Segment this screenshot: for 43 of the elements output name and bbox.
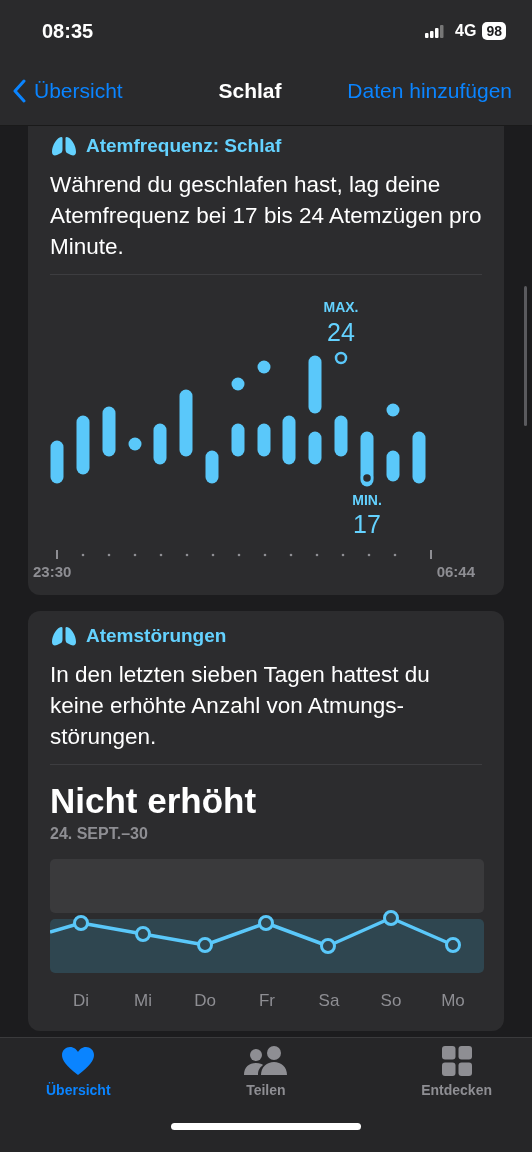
back-button[interactable]: Übersicht [12, 78, 123, 103]
chevron-left-icon [12, 78, 26, 103]
max-value: 24 [327, 318, 355, 346]
day-label: Fr [257, 991, 276, 1011]
card-title: Atemstörungen [86, 625, 227, 647]
day-label: So [379, 991, 403, 1011]
tab-item[interactable]: Teilen [243, 1046, 288, 1098]
data-point [258, 915, 274, 931]
lungs-icon [50, 625, 78, 647]
data-point [135, 926, 151, 942]
battery-indicator: 98 [482, 22, 506, 40]
data-point [73, 915, 89, 931]
heart-icon [61, 1046, 96, 1076]
network-label: 4G [455, 22, 477, 40]
tab-item[interactable]: Übersicht [46, 1046, 111, 1098]
grid-icon [441, 1046, 472, 1076]
data-point [383, 910, 399, 926]
add-data-button[interactable]: Daten hinzufügen [347, 78, 512, 103]
max-label: MAX. [323, 299, 359, 315]
data-point [197, 937, 213, 953]
card-description: In den letzten sieben Tagen hattest du keine erhöhte Anzahl von Atmungs-störungen. [50, 661, 431, 751]
status-value: Nicht erhöht [50, 781, 258, 821]
day-label: Sa [317, 991, 341, 1011]
card-description: Während du geschlafen hast, lag deine Atemfrequenz bei 17 bis 24 Atemzügen pro Minute. [50, 171, 482, 261]
back-label: Übersicht [34, 78, 123, 103]
card-title: Atemfrequenz: Schlaf [86, 135, 282, 157]
day-label: Mo [440, 991, 466, 1011]
start-time: 23:30 [33, 563, 72, 580]
people-icon [243, 1046, 288, 1076]
day-label: Mi [133, 991, 153, 1011]
end-time: 06:44 [436, 563, 475, 580]
day-label: Do [193, 991, 217, 1011]
status-time: 08:35 [42, 19, 94, 43]
day-label: Di [71, 991, 91, 1011]
tab-item[interactable]: Entdecken [421, 1046, 492, 1098]
data-point [445, 937, 461, 953]
date-range: 24. SEPT.–30 [50, 825, 149, 843]
lungs-icon [50, 135, 78, 157]
signal-icon [425, 24, 446, 38]
min-value: 17 [353, 510, 381, 538]
data-point [320, 938, 336, 954]
min-label: MIN. [352, 492, 382, 508]
page-title: Schlaf [218, 78, 282, 103]
